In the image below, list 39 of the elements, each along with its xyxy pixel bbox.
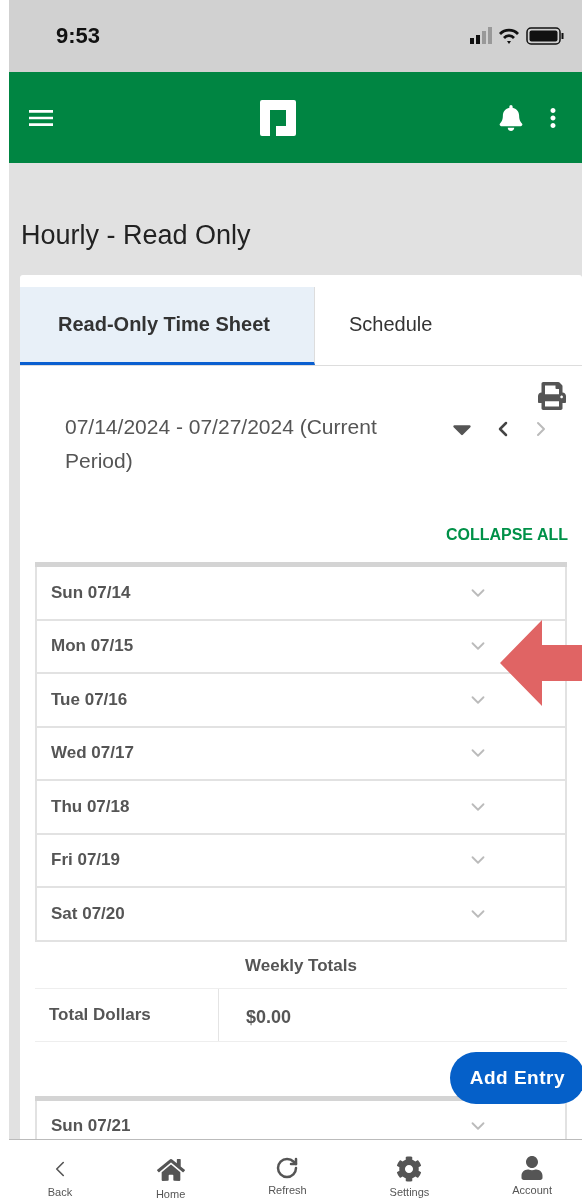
nav-item[interactable]: Back: [41, 1140, 79, 1203]
logo-icon: [259, 99, 296, 136]
day-row[interactable]: Wed 07/17: [35, 727, 567, 781]
arrow-icon: [500, 620, 582, 706]
day-label: Tue 07/16: [51, 689, 128, 710]
day-label: Sun 07/21: [51, 1116, 131, 1137]
print-icon[interactable]: [538, 382, 566, 410]
wifi-icon: [498, 27, 520, 45]
day-row[interactable]: Thu 07/18: [35, 781, 567, 835]
day-label: Sun 07/14: [51, 582, 131, 603]
day-label: Mon 07/15: [51, 636, 134, 657]
home-icon: [156, 1156, 185, 1184]
day-label: Thu 07/18: [51, 796, 130, 817]
settings-icon: [396, 1156, 423, 1182]
nav-item[interactable]: Settings: [383, 1140, 436, 1203]
nav-item[interactable]: Home: [149, 1140, 192, 1203]
weekly-totals-title: Weekly Totals: [35, 941, 567, 989]
day-row[interactable]: Sun 07/21: [35, 1100, 567, 1139]
nav-item[interactable]: Refresh: [262, 1140, 313, 1203]
account-icon: [520, 1156, 545, 1180]
day-label: Wed 07/17: [51, 743, 134, 764]
day-label: Sat 07/20: [51, 903, 125, 924]
totals-label-cell: Total Dollars: [35, 988, 219, 1041]
nav-item[interactable]: Account: [506, 1140, 558, 1203]
pay-period: 07/14/2024 - 07/27/2024 (Current Period): [65, 414, 378, 474]
notifications-icon[interactable]: [498, 104, 524, 131]
day-label: Fri 07/19: [51, 850, 120, 871]
add-entry-button[interactable]: Add Entry: [449, 1051, 582, 1104]
day-row[interactable]: Sat 07/20: [35, 888, 567, 942]
day-row[interactable]: Fri 07/19: [35, 834, 567, 888]
tab[interactable]: Read-Only Time Sheet: [20, 287, 315, 365]
signal-icon: [470, 27, 492, 45]
status-time: 9:53: [56, 23, 101, 49]
refresh-icon: [275, 1156, 300, 1180]
collapse-all-button[interactable]: COLLAPSE ALL: [445, 526, 568, 544]
battery-icon: [526, 27, 564, 45]
page-title: Hourly - Read Only: [21, 220, 252, 251]
totals-value-cell-text: $0.00: [245, 1005, 293, 1029]
day-row[interactable]: Sun 07/14: [35, 567, 567, 621]
